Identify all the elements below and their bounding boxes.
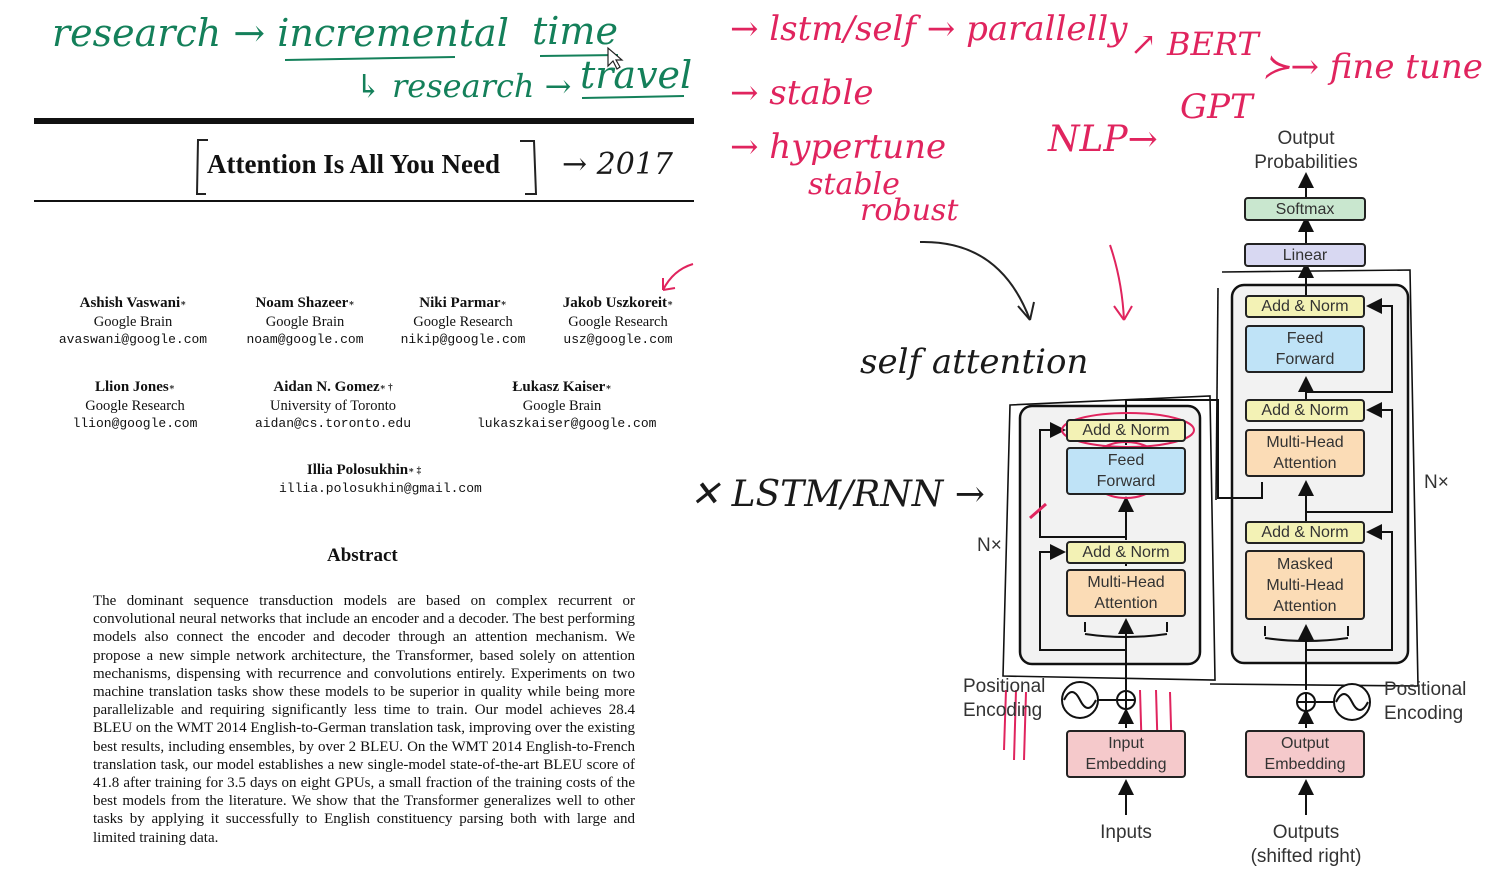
label-output-probabilities: Output Probabilities bbox=[1254, 128, 1358, 173]
decoder-masked-attention: Masked Multi-Head Attention bbox=[1245, 550, 1365, 620]
decoder-add-norm-mid: Add & Norm bbox=[1245, 399, 1365, 422]
decoder-multi-head-attention: Multi-Head Attention bbox=[1245, 429, 1365, 477]
encoder-nx-label: N× bbox=[977, 535, 1002, 556]
encoder-positional-encoding-label: Positional Encoding bbox=[963, 676, 1046, 721]
decoder-positional-encoding-label: Positional Encoding bbox=[1384, 679, 1467, 724]
encoder-add-norm-bottom: Add & Norm bbox=[1066, 541, 1186, 564]
decoder-feed-forward: Feed Forward bbox=[1245, 325, 1365, 373]
decoder-add-norm-bottom: Add & Norm bbox=[1245, 521, 1365, 544]
decoder-add-norm-top: Add & Norm bbox=[1245, 295, 1365, 318]
inputs-label: Inputs bbox=[1100, 822, 1152, 843]
outputs-label: Outputs (shifted right) bbox=[1250, 822, 1362, 867]
input-embedding-block: Input Embedding bbox=[1066, 730, 1186, 778]
decoder-nx-label: N× bbox=[1424, 472, 1449, 493]
encoder-add-norm-top: Add & Norm bbox=[1066, 419, 1186, 442]
output-embedding-block: Output Embedding bbox=[1245, 730, 1365, 778]
encoder-feed-forward: Feed Forward bbox=[1066, 447, 1186, 495]
softmax-block: Softmax bbox=[1244, 197, 1366, 221]
encoder-multi-head-attention: Multi-Head Attention bbox=[1066, 569, 1186, 617]
linear-block: Linear bbox=[1244, 243, 1366, 267]
